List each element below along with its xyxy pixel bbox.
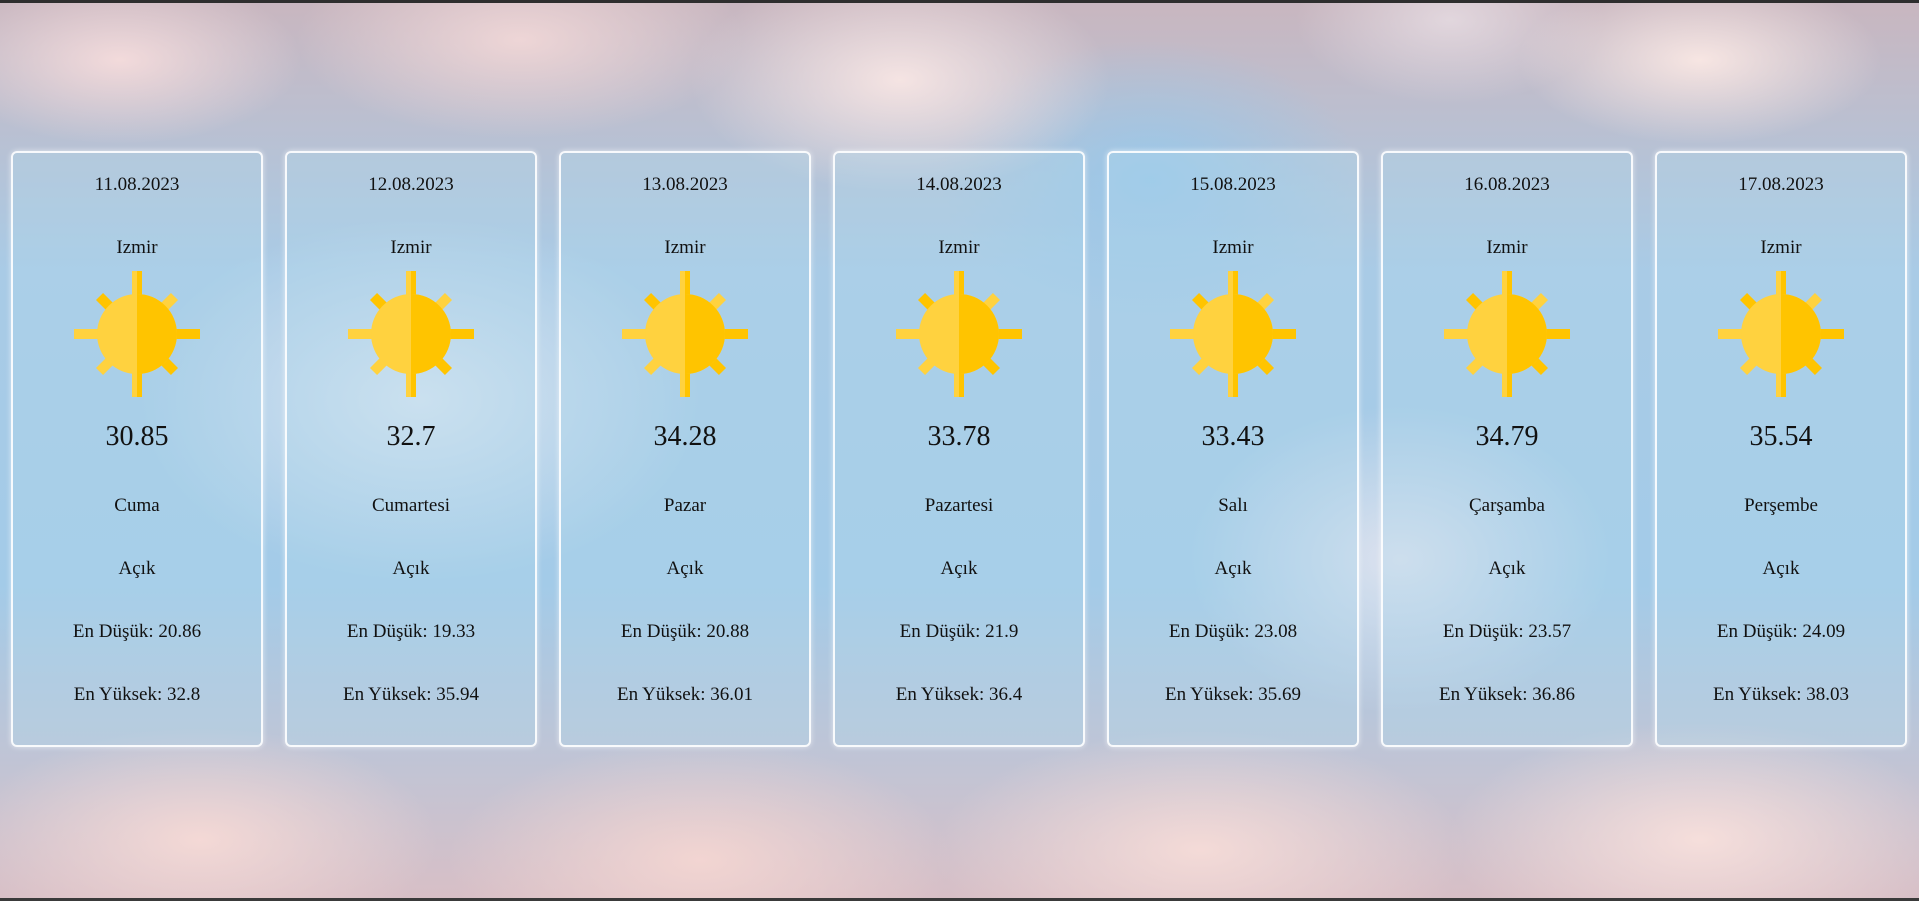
forecast-low: En Düşük: 20.88 — [620, 621, 750, 642]
forecast-condition: Açık — [392, 558, 430, 579]
forecast-high: En Yüksek: 32.8 — [73, 684, 201, 705]
forecast-high: En Yüksek: 36.01 — [617, 684, 753, 705]
forecast-temperature: 34.79 — [1475, 421, 1539, 452]
forecast-date: 13.08.2023 — [642, 174, 728, 195]
forecast-card: 13.08.2023 Izmir 34.28 Pazar Açık En Düş… — [559, 151, 811, 747]
forecast-date: 17.08.2023 — [1738, 174, 1824, 195]
sun-icon — [74, 271, 200, 397]
forecast-card: 15.08.2023 Izmir 33.43 Salı Açık En Düşü… — [1107, 151, 1359, 747]
forecast-card: 16.08.2023 Izmir 34.79 Çarşamba Açık En … — [1381, 151, 1633, 747]
window-top-edge — [0, 0, 1919, 3]
sun-icon — [896, 271, 1022, 397]
forecast-day: Pazar — [663, 495, 707, 516]
forecast-city: Izmir — [938, 237, 980, 258]
forecast-low: En Düşük: 24.09 — [1716, 621, 1846, 642]
sun-icon — [1170, 271, 1296, 397]
forecast-day: Salı — [1218, 495, 1248, 516]
forecast-condition: Açık — [1214, 558, 1252, 579]
forecast-date: 11.08.2023 — [94, 174, 180, 195]
forecast-day: Cuma — [114, 495, 160, 516]
forecast-card: 17.08.2023 Izmir 35.54 Perşembe Açık En … — [1655, 151, 1907, 747]
sun-icon — [348, 271, 474, 397]
forecast-city: Izmir — [1486, 237, 1528, 258]
forecast-date: 12.08.2023 — [368, 174, 454, 195]
forecast-temperature: 33.43 — [1201, 421, 1265, 452]
forecast-city: Izmir — [1760, 237, 1802, 258]
forecast-temperature: 30.85 — [105, 421, 169, 452]
forecast-temperature: 33.78 — [927, 421, 991, 452]
forecast-city: Izmir — [116, 237, 158, 258]
forecast-temperature: 34.28 — [653, 421, 717, 452]
forecast-date: 15.08.2023 — [1190, 174, 1276, 195]
forecast-condition: Açık — [1488, 558, 1526, 579]
forecast-card: 14.08.2023 Izmir 33.78 Pazartesi Açık En… — [833, 151, 1085, 747]
forecast-condition: Açık — [666, 558, 704, 579]
sun-icon — [622, 271, 748, 397]
forecast-low: En Düşük: 23.08 — [1168, 621, 1298, 642]
forecast-city: Izmir — [664, 237, 706, 258]
forecast-day: Perşembe — [1744, 495, 1818, 516]
forecast-card: 12.08.2023 Izmir 32.7 Cumartesi Açık En … — [285, 151, 537, 747]
forecast-low: En Düşük: 19.33 — [346, 621, 476, 642]
forecast-high: En Yüksek: 36.4 — [895, 684, 1023, 705]
forecast-high: En Yüksek: 36.86 — [1439, 684, 1575, 705]
forecast-city: Izmir — [390, 237, 432, 258]
forecast-low: En Düşük: 23.57 — [1442, 621, 1572, 642]
sun-icon — [1718, 271, 1844, 397]
forecast-city: Izmir — [1212, 237, 1254, 258]
forecast-low: En Düşük: 21.9 — [899, 621, 1019, 642]
forecast-high: En Yüksek: 35.69 — [1165, 684, 1301, 705]
forecast-card: 11.08.2023 Izmir 30.85 Cuma Açık En Düşü… — [11, 151, 263, 747]
forecast-high: En Yüksek: 35.94 — [343, 684, 479, 705]
sun-icon — [1444, 271, 1570, 397]
forecast-day: Çarşamba — [1469, 495, 1545, 516]
forecast-day: Pazartesi — [924, 495, 994, 516]
forecast-high: En Yüksek: 38.03 — [1713, 684, 1849, 705]
forecast-date: 16.08.2023 — [1464, 174, 1550, 195]
forecast-condition: Açık — [118, 558, 156, 579]
forecast-list: 11.08.2023 Izmir 30.85 Cuma Açık En Düşü… — [11, 151, 1907, 747]
forecast-condition: Açık — [1762, 558, 1800, 579]
forecast-date: 14.08.2023 — [916, 174, 1002, 195]
forecast-low: En Düşük: 20.86 — [72, 621, 202, 642]
forecast-condition: Açık — [940, 558, 978, 579]
forecast-day: Cumartesi — [371, 495, 451, 516]
forecast-temperature: 35.54 — [1749, 421, 1813, 452]
forecast-temperature: 32.7 — [386, 421, 436, 452]
